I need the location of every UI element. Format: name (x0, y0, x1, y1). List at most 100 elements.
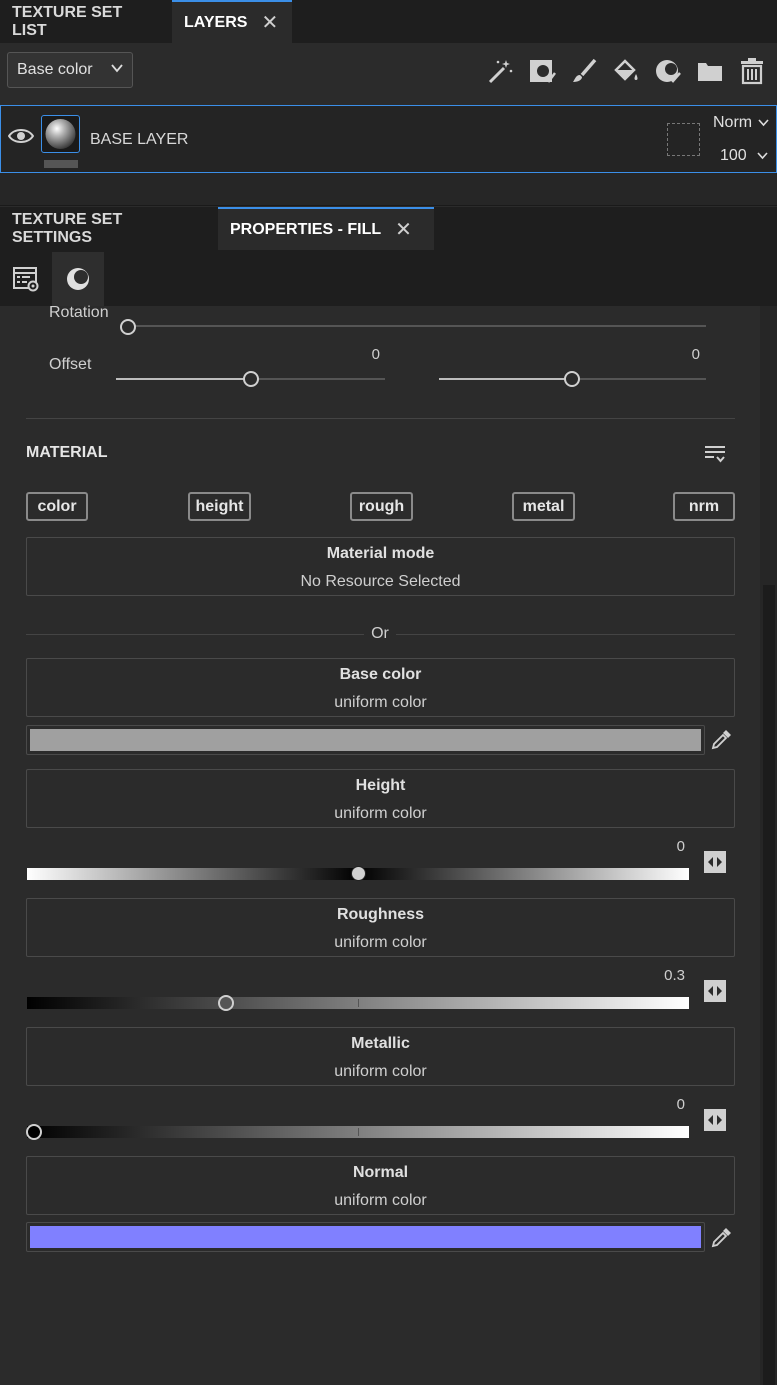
material-sphere-icon (45, 119, 76, 149)
chip-label: rough (358, 497, 405, 515)
top-tab-bar: TEXTURE SET LIST LAYERS ✕ (0, 0, 777, 43)
paint-brush-icon[interactable] (570, 57, 598, 85)
section-divider (26, 418, 735, 419)
material-mode-value: No Resource Selected (300, 573, 461, 590)
roughness-slot[interactable]: Roughness uniform color (26, 898, 735, 957)
or-divider-right (396, 634, 735, 635)
subtab-settings[interactable] (0, 252, 52, 306)
tab-texture-set-list[interactable]: TEXTURE SET LIST (0, 0, 172, 43)
settings-list-icon (13, 267, 39, 292)
roughness-mid-tick (358, 999, 359, 1007)
properties-tab-bar: TEXTURE SET SETTINGS PROPERTIES - FILL ✕ (0, 207, 777, 252)
or-divider-left (26, 634, 364, 635)
blend-mode-select[interactable]: Norm (713, 114, 769, 132)
rotation-slider-track[interactable] (128, 325, 706, 327)
opacity-value: 100 (720, 147, 747, 164)
random-seed-icon[interactable] (703, 1108, 727, 1132)
tab-texture-set-settings[interactable]: TEXTURE SET SETTINGS (0, 207, 218, 250)
channel-select[interactable]: Base color (7, 52, 133, 88)
smart-material-icon[interactable] (654, 57, 682, 85)
height-title: Height (355, 777, 406, 794)
base-color-slot[interactable]: Base color uniform color (26, 658, 735, 717)
chip-label: nrm (688, 497, 720, 515)
height-slider-handle[interactable] (350, 866, 366, 881)
material-icon (67, 268, 89, 290)
metallic-sub: uniform color (334, 1063, 427, 1080)
tab-label: TEXTURE SET LIST (12, 3, 123, 39)
roughness-title: Roughness (336, 906, 425, 923)
normal-slot[interactable]: Normal uniform color (26, 1156, 735, 1215)
rotation-label: Rotation (49, 304, 109, 321)
scrollbar-thumb[interactable] (763, 585, 775, 1385)
metallic-value[interactable]: 0 (600, 1096, 685, 1113)
random-seed-icon[interactable] (703, 850, 727, 874)
folder-icon[interactable] (696, 57, 724, 85)
offset-label: Offset (49, 356, 92, 373)
mask-placeholder[interactable] (667, 123, 700, 156)
fill-bucket-icon[interactable] (612, 57, 640, 85)
layer-name[interactable]: BASE LAYER (90, 131, 188, 149)
height-slot[interactable]: Height uniform color (26, 769, 735, 828)
close-icon[interactable]: ✕ (395, 217, 412, 242)
base-color-title: Base color (339, 666, 422, 683)
channel-chip-height[interactable]: height (188, 492, 251, 521)
chevron-down-icon (757, 152, 768, 160)
offset-y-value[interactable]: 0 (650, 346, 700, 363)
blend-mode-value: Norm (713, 114, 753, 131)
chip-label: height (195, 497, 244, 515)
tab-properties-fill[interactable]: PROPERTIES - FILL ✕ (218, 207, 434, 250)
tab-label: TEXTURE SET SETTINGS (12, 210, 123, 246)
channel-chip-rough[interactable]: rough (350, 492, 413, 521)
roughness-value[interactable]: 0.3 (600, 967, 685, 984)
normal-fill (30, 1226, 701, 1248)
trash-icon[interactable] (738, 57, 766, 85)
chip-label: color (37, 497, 77, 515)
opacity-select[interactable]: 100 (720, 147, 768, 165)
base-color-swatch[interactable] (26, 725, 705, 755)
tab-label: LAYERS (184, 13, 248, 31)
normal-title: Normal (352, 1164, 409, 1181)
layer-row-base[interactable]: BASE LAYER Norm 100 (0, 105, 777, 173)
channel-select-value: Base color (17, 61, 93, 78)
layer-list-empty-area (0, 173, 777, 206)
offset-y-handle[interactable] (564, 371, 580, 387)
metallic-slider-handle[interactable] (26, 1124, 42, 1140)
height-sub: uniform color (334, 805, 427, 822)
channel-chip-color[interactable]: color (26, 492, 88, 521)
roughness-slider-handle[interactable] (217, 995, 234, 1011)
offset-y-fill (439, 378, 572, 380)
tab-layers[interactable]: LAYERS ✕ (172, 0, 292, 43)
material-mode-slot[interactable]: Material mode No Resource Selected (26, 537, 735, 596)
chevron-down-icon (757, 119, 769, 127)
base-color-fill (30, 729, 701, 751)
offset-x-fill (116, 378, 251, 380)
metallic-mid-tick (358, 1128, 359, 1136)
height-value[interactable]: 0 (600, 838, 685, 855)
channel-chip-metal[interactable]: metal (512, 492, 575, 521)
metallic-slot[interactable]: Metallic uniform color (26, 1027, 735, 1086)
close-icon[interactable]: ✕ (261, 10, 278, 35)
layer-mask-slot (44, 160, 78, 168)
channel-chip-nrm[interactable]: nrm (673, 492, 735, 521)
properties-subtab-bar (0, 252, 777, 306)
rotation-slider-handle[interactable] (120, 319, 136, 335)
random-seed-icon[interactable] (703, 979, 727, 1003)
chevron-down-icon (111, 64, 123, 73)
material-mode-title: Material mode (326, 545, 435, 562)
list-options-icon[interactable] (704, 443, 726, 465)
layer-thumbnail[interactable] (41, 115, 80, 153)
magic-wand-icon[interactable] (486, 57, 514, 85)
eyedropper-icon[interactable] (710, 729, 732, 751)
offset-x-handle[interactable] (243, 371, 259, 387)
normal-swatch[interactable] (26, 1222, 705, 1252)
add-mask-icon[interactable] (528, 57, 556, 85)
tab-label: PROPERTIES - FILL (230, 220, 382, 238)
material-header: MATERIAL (26, 444, 108, 461)
metallic-title: Metallic (351, 1035, 410, 1052)
normal-sub: uniform color (334, 1192, 427, 1209)
or-label: Or (371, 625, 389, 642)
offset-x-value[interactable]: 0 (330, 346, 380, 363)
subtab-material[interactable] (52, 252, 104, 306)
eye-icon[interactable] (8, 126, 34, 146)
eyedropper-icon[interactable] (710, 1227, 732, 1249)
